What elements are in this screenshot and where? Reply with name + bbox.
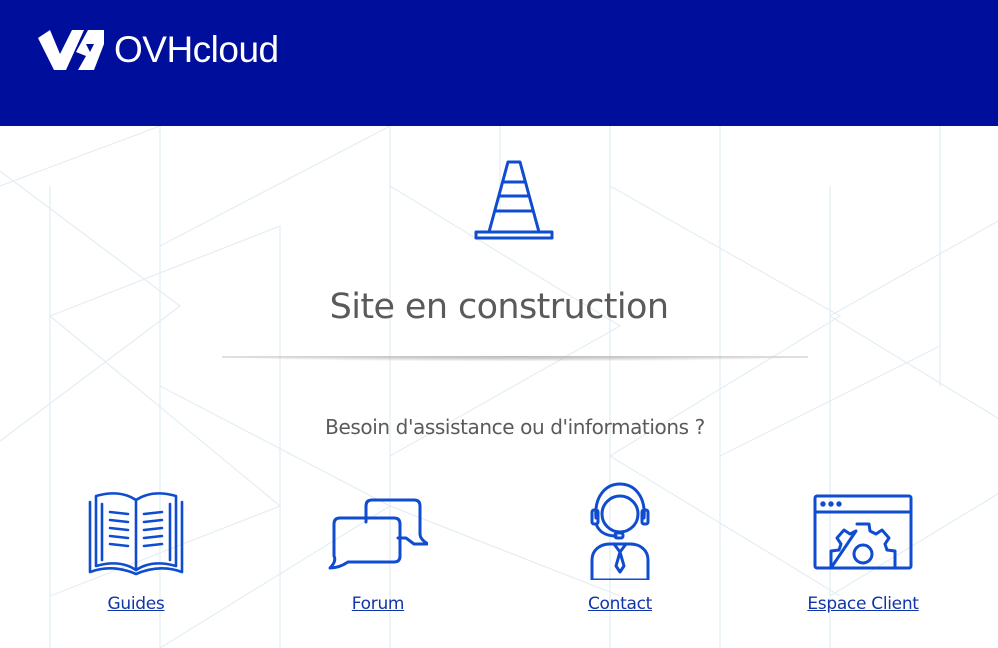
page: OVHcloud Site en construction Besoin d'a… xyxy=(0,0,998,648)
contact-label[interactable]: Contact xyxy=(520,592,720,616)
divider xyxy=(222,356,808,366)
contact-link[interactable]: Contact xyxy=(520,478,720,628)
assistance-subtitle: Besoin d'assistance ou d'informations ? xyxy=(325,415,705,439)
forum-label[interactable]: Forum xyxy=(278,592,478,616)
help-links: Guides Forum Contact Espace Client xyxy=(0,478,998,628)
espace-client-label[interactable]: Espace Client xyxy=(763,592,963,616)
traffic-cone-icon xyxy=(474,160,554,240)
support-agent-icon xyxy=(590,482,650,580)
forum-link[interactable]: Forum xyxy=(278,478,478,628)
settings-window-icon xyxy=(813,494,913,570)
guides-link[interactable]: Guides xyxy=(36,478,236,628)
ovh-logo-icon xyxy=(38,30,104,70)
page-title: Site en construction xyxy=(329,287,669,327)
header-bar: OVHcloud xyxy=(0,0,998,126)
guides-label[interactable]: Guides xyxy=(36,592,236,616)
ovhcloud-logo-link[interactable]: OVHcloud xyxy=(38,30,279,70)
espace-client-link[interactable]: Espace Client xyxy=(763,478,963,628)
brand-name: OVHcloud xyxy=(114,29,279,70)
book-icon xyxy=(88,492,184,576)
chat-bubbles-icon xyxy=(328,498,428,570)
